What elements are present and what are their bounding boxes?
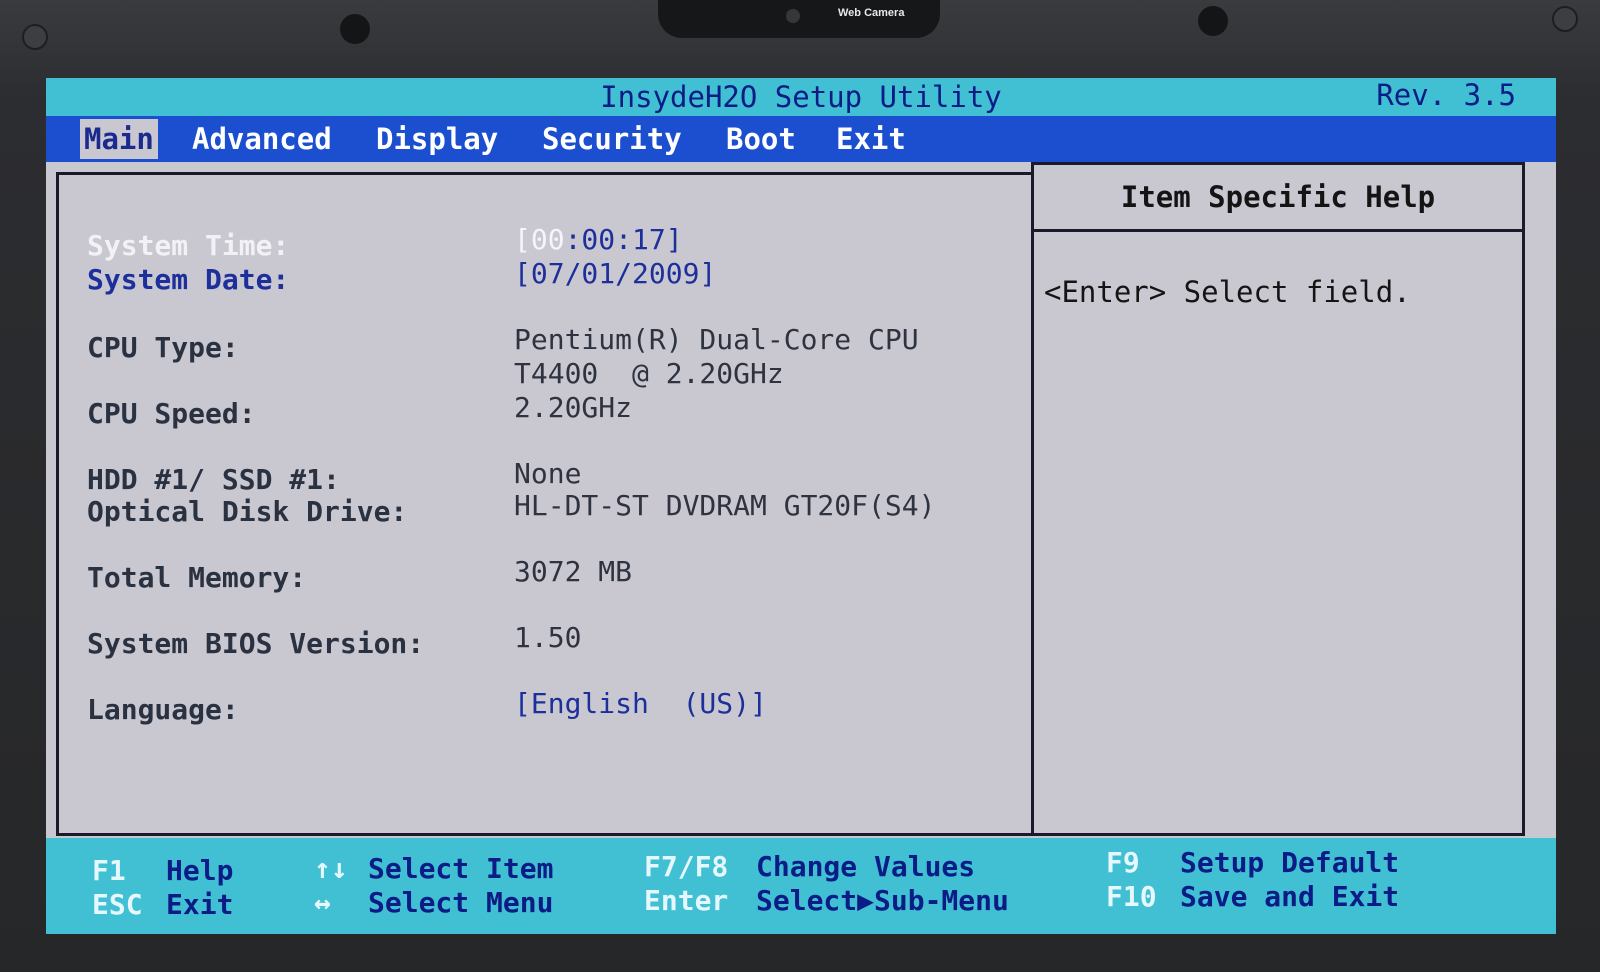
cpu-speed-label: CPU Speed:	[87, 397, 256, 430]
page-title: InsydeH2O Setup Utility	[600, 80, 1002, 114]
main-settings-panel: System Time: [00:00:17] System Date: [07…	[56, 172, 1031, 836]
optical-drive-label: Optical Disk Drive:	[87, 495, 408, 528]
screw-icon	[1552, 6, 1578, 32]
tab-boot[interactable]: Boot	[722, 119, 800, 159]
title-bar: InsydeH2O Setup Utility Rev. 3.5	[46, 78, 1556, 116]
cpu-type-label: CPU Type:	[87, 331, 239, 364]
bios-version-label: System BIOS Version:	[87, 627, 425, 660]
webcam-lens-icon	[786, 9, 800, 23]
cpu-speed-value: 2.20GHz	[514, 391, 633, 424]
tab-exit[interactable]: Exit	[832, 119, 910, 159]
f10-key: F10	[1106, 880, 1157, 913]
select-item-desc: Select Item	[368, 852, 554, 885]
help-text: <Enter> Select field.	[1044, 275, 1411, 309]
system-time-value[interactable]: [00:00:17]	[514, 223, 683, 256]
enter-key: Enter	[644, 884, 729, 917]
sub-menu-desc: Select▶Sub-Menu	[756, 884, 1009, 917]
esc-key: ESC	[92, 888, 143, 921]
system-time-label: System Time:	[87, 229, 290, 262]
system-date-label: System Date:	[87, 263, 290, 296]
bios-screen: InsydeH2O Setup Utility Rev. 3.5 Main Ad…	[46, 78, 1556, 934]
screw-icon	[22, 24, 48, 50]
bezel-bumper	[1198, 6, 1228, 36]
cpu-type-value-line1: Pentium(R) Dual-Core CPU	[514, 323, 919, 356]
f1-key: F1	[92, 854, 126, 887]
total-memory-value: 3072 MB	[514, 555, 633, 588]
system-time-hour-field[interactable]: [00	[514, 223, 565, 256]
language-label: Language:	[87, 693, 239, 726]
system-date-value[interactable]: [07/01/2009]	[514, 257, 716, 290]
tab-main[interactable]: Main	[80, 119, 158, 159]
up-down-arrows-icon: ↑↓	[314, 852, 348, 885]
cpu-type-value-line2: T4400 @ 2.20GHz	[514, 357, 784, 390]
revision-label: Rev. 3.5	[1376, 78, 1516, 112]
help-title: Item Specific Help	[1034, 165, 1522, 232]
tab-security[interactable]: Security	[538, 119, 686, 159]
tab-display[interactable]: Display	[372, 119, 502, 159]
bios-version-value: 1.50	[514, 621, 582, 654]
key-legend-bar: F1 Help ESC Exit ↑↓ Select Item ↔ Select…	[46, 838, 1556, 934]
menu-bar: Main Advanced Display Security Boot Exit	[46, 116, 1556, 162]
f1-desc: Help	[166, 854, 234, 887]
select-menu-desc: Select Menu	[368, 886, 554, 919]
system-time-rest: :00:17]	[564, 223, 683, 256]
language-value[interactable]: [English (US)]	[514, 687, 767, 720]
webcam-housing: Web Camera	[658, 0, 940, 38]
help-panel: Item Specific Help <Enter> Select field.	[1031, 162, 1525, 836]
webcam-label: Web Camera	[838, 7, 905, 19]
bezel-bumper	[340, 14, 370, 44]
hdd-label: HDD #1/ SSD #1:	[87, 463, 340, 496]
change-values-desc: Change Values	[756, 850, 976, 883]
tab-advanced[interactable]: Advanced	[188, 119, 336, 159]
f9-key: F9	[1106, 846, 1140, 879]
hdd-value: None	[514, 457, 582, 490]
optical-drive-value: HL-DT-ST DVDRAM GT20F(S4)	[514, 489, 936, 522]
esc-desc: Exit	[166, 888, 234, 921]
setup-default-desc: Setup Default	[1180, 846, 1400, 879]
save-exit-desc: Save and Exit	[1180, 880, 1400, 913]
f7-f8-key: F7/F8	[644, 850, 729, 883]
total-memory-label: Total Memory:	[87, 561, 307, 594]
left-right-arrows-icon: ↔	[314, 886, 331, 919]
